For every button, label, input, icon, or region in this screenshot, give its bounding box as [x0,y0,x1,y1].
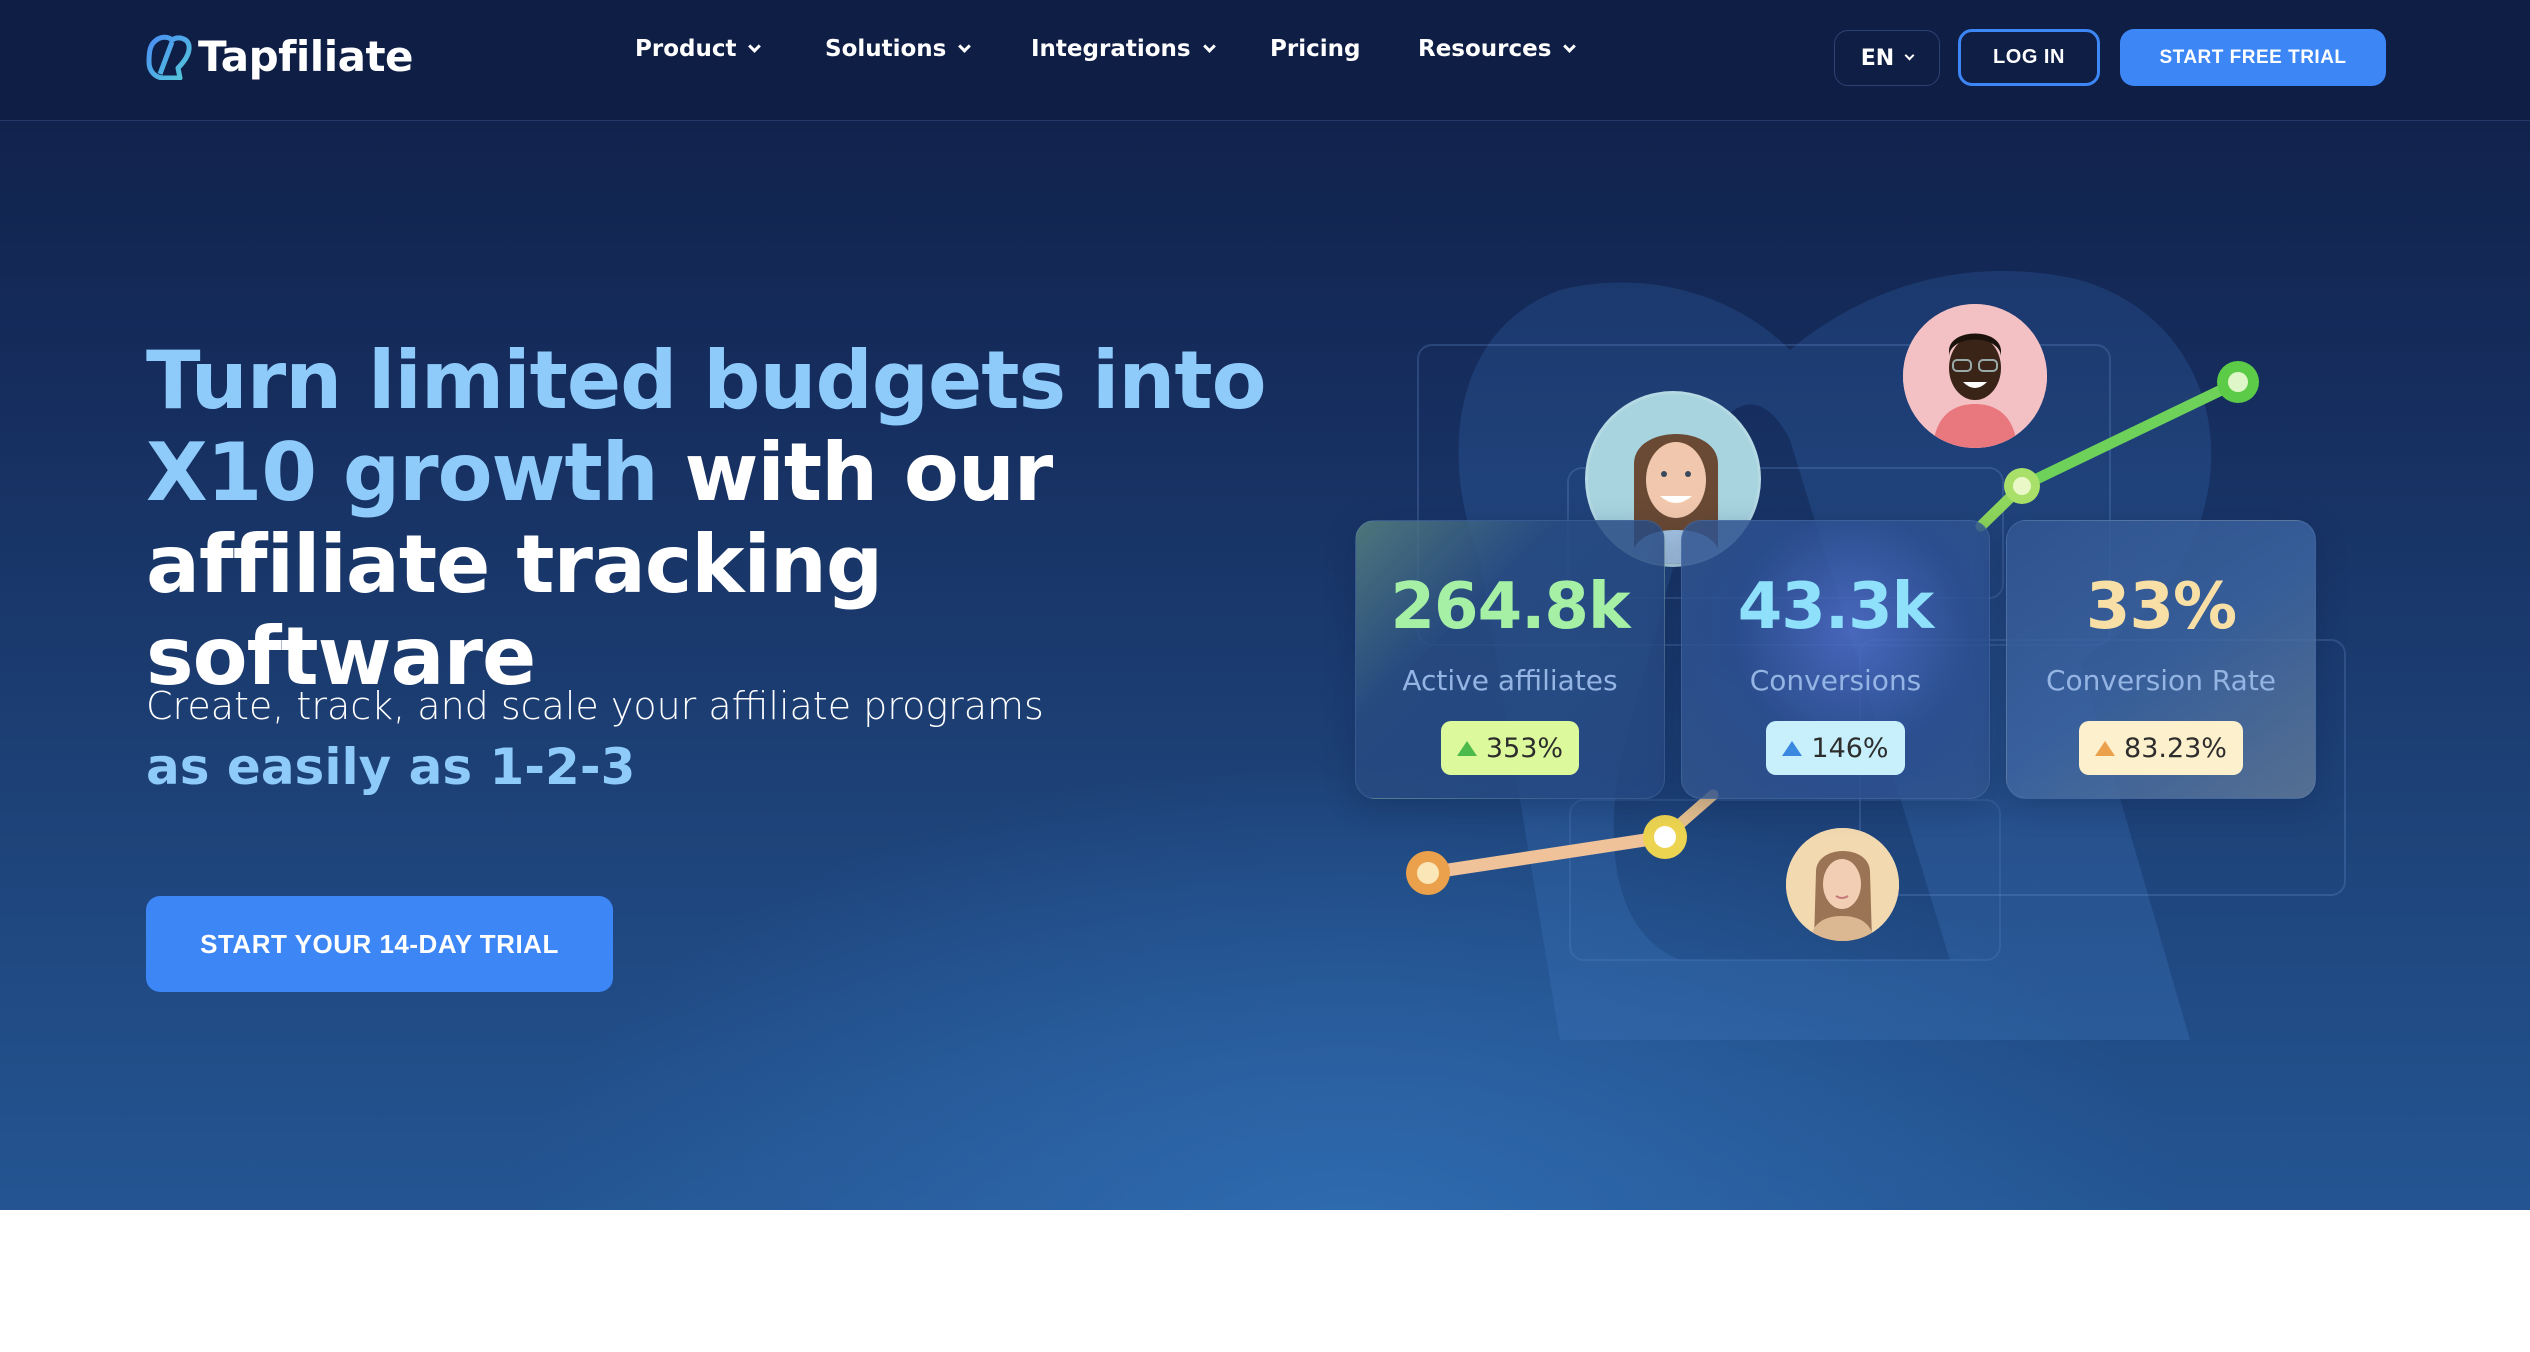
language-selector[interactable]: EN [1834,30,1940,86]
avatar-man-glasses [1903,304,2047,448]
stat-change: 83.23% [2124,732,2227,764]
headline-text: with our [657,426,1053,519]
person-icon [1786,828,1899,941]
nav-pricing[interactable]: Pricing [1270,36,1360,62]
frame-outline [1569,799,2001,961]
logo-text: Tapfiliate [198,32,414,81]
stat-card-conversion-rate: 33% Conversion Rate 83.23% [2006,520,2316,799]
headline-text: affiliate tracking software [146,518,883,703]
start-trial-cta-button[interactable]: START YOUR 14-DAY TRIAL [146,896,613,992]
stat-card-active-affiliates: 264.8k Active affiliates 353% [1355,520,1665,799]
trend-up-icon [2095,740,2116,756]
chart-point [1643,815,1687,859]
growth-line-orange [1406,789,1719,895]
stat-value: 43.3k [1737,570,1934,644]
login-button[interactable]: LOG IN [1958,29,2100,86]
chevron-down-icon [1563,39,1577,53]
chart-point [2004,468,2040,504]
stat-change-badge: 83.23% [2079,721,2243,775]
stat-change-badge: 146% [1766,721,1905,775]
nav-integrations[interactable]: Integrations [1031,36,1216,62]
nav-label: Solutions [825,36,947,62]
avatar-woman-beige [1786,828,1899,941]
stat-card-conversions: 43.3k Conversions 146% [1681,520,1990,799]
trend-up-icon [1782,740,1803,756]
trend-up-icon [1456,740,1477,756]
logo[interactable]: Tapfiliate [146,32,414,81]
nav-solutions[interactable]: Solutions [825,36,972,62]
hero-subtitle: Create, track, and scale your affiliate … [146,684,1044,728]
chevron-down-icon [1202,39,1216,53]
stat-change: 353% [1485,732,1564,764]
language-label: EN [1860,45,1895,71]
headline-accent: X10 growth [146,426,659,519]
nav-label: Pricing [1270,36,1361,62]
headline-accent: Turn limited budgets into [146,334,1267,427]
nav-label: Integrations [1031,36,1191,62]
stat-value: 33% [2085,570,2237,644]
stat-change-badge: 353% [1440,721,1580,775]
next-section [0,1210,2530,1352]
hero-headline: Turn limited budgets into X10 growth wit… [146,335,1296,703]
stat-change: 146% [1811,732,1889,764]
nav-product[interactable]: Product [635,36,762,62]
stat-label: Active affiliates [1402,664,1618,697]
site-header: Tapfiliate Product Solutions Integration… [0,0,2530,121]
person-icon [1903,304,2047,448]
hero-subtitle-accent: as easily as 1-2-3 [146,738,636,796]
nav-label: Product [635,36,737,62]
stat-label: Conversion Rate [2045,664,2277,697]
chevron-down-icon [958,39,972,53]
stat-value: 264.8k [1390,570,1631,644]
stat-label: Conversions [1749,664,1922,697]
chevron-down-icon [1904,50,1915,60]
tapfiliate-logo-icon [146,34,192,80]
hero-section: Tapfiliate Product Solutions Integration… [0,0,2530,1210]
nav-label: Resources [1418,36,1552,62]
chart-point [2217,361,2259,403]
chart-point [1406,851,1450,895]
start-free-trial-button[interactable]: START FREE TRIAL [2120,29,2386,86]
chevron-down-icon [748,39,762,53]
nav-resources[interactable]: Resources [1418,36,1577,62]
